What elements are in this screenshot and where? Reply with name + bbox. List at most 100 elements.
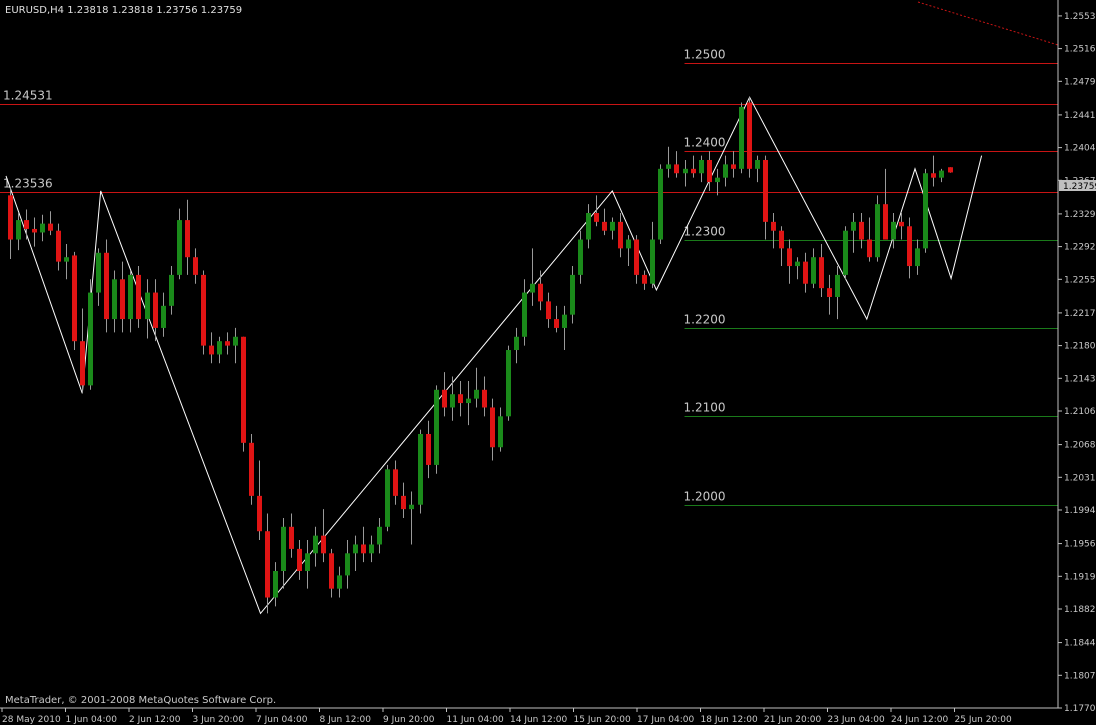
chart-background — [0, 0, 1096, 725]
candle-body — [739, 106, 744, 169]
candle — [747, 97, 752, 178]
candle-body — [56, 230, 61, 262]
level-label: 1.2300 — [684, 225, 726, 239]
level-label: 1.2200 — [684, 313, 726, 327]
candle-body — [948, 167, 953, 173]
candle-body — [490, 407, 495, 448]
candle — [249, 433, 254, 505]
candle-body — [939, 170, 944, 178]
candle-body — [594, 213, 599, 222]
candle-body — [281, 526, 286, 571]
candle-body — [915, 248, 920, 267]
candle-body — [337, 575, 342, 589]
candle-body — [185, 220, 190, 258]
candle-body — [715, 177, 720, 183]
candle-body — [875, 204, 880, 258]
x-tick-label: 2 Jun 12:00 — [129, 715, 181, 725]
y-tick-label: 1.19190 — [1064, 572, 1096, 582]
candle-body — [249, 442, 254, 496]
candle-body — [72, 255, 77, 342]
candle-body — [48, 223, 53, 231]
candle-body — [482, 389, 487, 408]
candle-body — [498, 416, 503, 448]
candle-body — [634, 239, 639, 275]
candle-body — [217, 341, 222, 355]
candle-body — [193, 257, 198, 275]
y-tick-label: 1.23290 — [1064, 210, 1096, 220]
candle — [506, 345, 511, 421]
candle — [875, 195, 880, 262]
level-label: 1.24531 — [3, 89, 53, 103]
candle-body — [859, 221, 864, 240]
candle-body — [658, 168, 663, 240]
candle-body — [273, 570, 278, 598]
candle-body — [530, 283, 535, 293]
y-tick-label: 1.21800 — [1064, 342, 1096, 352]
y-tick-label: 1.19560 — [1064, 540, 1096, 550]
candle-body — [40, 223, 45, 233]
candle-body — [161, 305, 166, 328]
candle-body — [112, 279, 117, 320]
candle-body — [666, 164, 671, 169]
candle-body — [32, 228, 37, 233]
candle-body — [586, 213, 591, 240]
candle — [948, 167, 953, 173]
candle-body — [650, 239, 655, 284]
copyright-label: MetaTrader, © 2001-2008 MetaQuotes Softw… — [5, 695, 276, 706]
candle-body — [610, 221, 615, 231]
candle-body — [313, 535, 318, 554]
candle-body — [907, 226, 912, 267]
y-tick-label: 1.22920 — [1064, 243, 1096, 253]
candle-body — [538, 283, 543, 302]
candle-body — [474, 389, 479, 399]
candle — [104, 239, 109, 333]
y-tick-label: 1.18070 — [1064, 671, 1096, 681]
level-label: 1.2100 — [684, 401, 726, 415]
y-tick-label: 1.20680 — [1064, 441, 1096, 451]
candle-body — [418, 433, 423, 505]
candle-body — [602, 221, 607, 231]
candle-body — [570, 274, 575, 315]
candle — [385, 464, 390, 532]
candle-body — [345, 553, 350, 576]
candle-body — [787, 248, 792, 267]
candle-body — [225, 341, 230, 346]
candle-body — [691, 168, 696, 174]
candle-body — [169, 274, 174, 306]
candle-body — [811, 257, 816, 284]
candle-body — [321, 535, 326, 554]
candle-body — [104, 252, 109, 320]
candle-body — [442, 389, 447, 408]
candle — [843, 226, 848, 280]
candle-body — [891, 221, 896, 240]
candle-body — [699, 159, 704, 174]
candle-body — [177, 220, 182, 275]
candle-body — [369, 544, 374, 554]
candle-body — [361, 544, 366, 554]
candle-body — [120, 279, 125, 320]
candle-body — [514, 336, 519, 351]
price-chart[interactable]: 1.25001.245311.24001.235361.23001.22001.… — [0, 0, 1096, 725]
candle — [923, 168, 928, 253]
x-tick-label: 7 Jun 04:00 — [256, 715, 308, 725]
candle-body — [851, 221, 856, 231]
x-tick-label: 1 Jun 04:00 — [66, 715, 118, 725]
candle — [136, 266, 141, 328]
candle-body — [450, 394, 455, 408]
candle-body — [96, 252, 101, 293]
candle-body — [128, 274, 133, 320]
y-tick-label: 1.24790 — [1064, 77, 1096, 87]
x-tick-label: 23 Jun 04:00 — [828, 715, 885, 725]
candle-body — [723, 164, 728, 178]
candle-body — [931, 173, 936, 178]
candle-body — [626, 239, 631, 249]
candle-body — [562, 314, 567, 328]
x-tick-label: 21 Jun 20:00 — [764, 715, 821, 725]
candle-body — [642, 274, 647, 284]
y-tick-label: 1.17700 — [1064, 704, 1096, 714]
candle-body — [827, 288, 832, 297]
x-tick-label: 9 Jun 20:00 — [383, 715, 435, 725]
candle-body — [305, 553, 310, 571]
candle-body — [265, 531, 270, 598]
y-tick-label: 1.21060 — [1064, 407, 1096, 417]
